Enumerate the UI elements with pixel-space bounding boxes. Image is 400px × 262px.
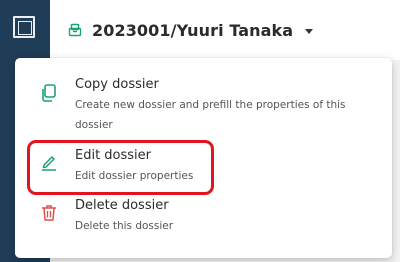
menu-item-delete-dossier[interactable]: Delete dossier Delete this dossier xyxy=(15,193,392,253)
header: 2023001/Yuuri Tanaka xyxy=(50,0,400,60)
chevron-down-icon xyxy=(305,28,314,34)
trash-icon xyxy=(42,205,56,221)
copy-icon xyxy=(42,84,56,102)
menu-item-title: Copy dossier xyxy=(75,77,159,92)
menu-item-description: Delete this dossier xyxy=(75,220,174,232)
sidebar-toggle-icon[interactable] xyxy=(13,16,35,38)
menu-item-copy-dossier[interactable]: Copy dossier Create new dossier and pref… xyxy=(15,58,392,138)
dossier-icon xyxy=(68,23,82,37)
highlight-annotation xyxy=(27,140,214,195)
dossier-title: 2023001/Yuuri Tanaka xyxy=(92,20,294,40)
menu-item-description: Create new dossier and prefill the prope… xyxy=(75,99,346,131)
dossier-dropdown[interactable]: 2023001/Yuuri Tanaka xyxy=(68,16,314,44)
menu-item-title: Delete dossier xyxy=(75,198,169,213)
